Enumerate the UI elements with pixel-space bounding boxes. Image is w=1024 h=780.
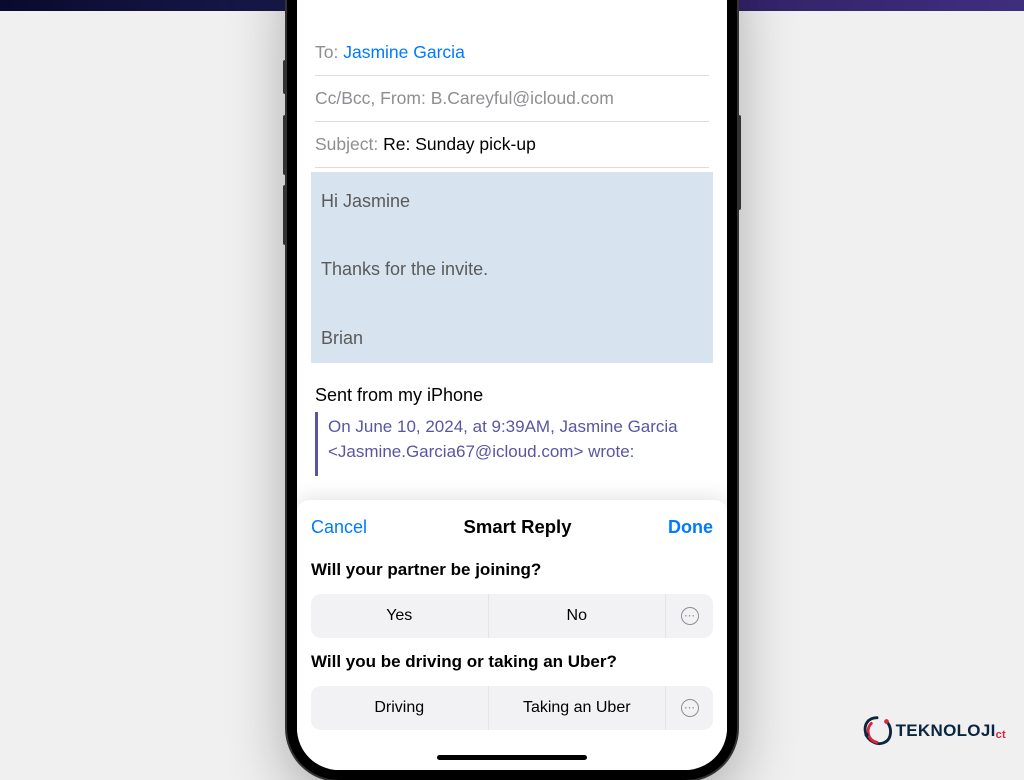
from-value: B.Careyful@icloud.com <box>431 88 614 108</box>
email-signature: Sent from my iPhone <box>315 385 709 406</box>
ccbcc-label: Cc/Bcc, From: <box>315 88 426 108</box>
to-field[interactable]: To: Jasmine Garcia <box>315 30 709 76</box>
more-options-button-1[interactable] <box>665 594 713 638</box>
question-2-options: Driving Taking an Uber <box>311 686 713 730</box>
brand-text: TEKNOLOJIct <box>896 721 1006 741</box>
email-compose-area: To: Jasmine Garcia Cc/Bcc, From: B.Carey… <box>297 0 727 476</box>
subject-field[interactable]: Subject: Re: Sunday pick-up <box>315 122 709 168</box>
ccbcc-from-field[interactable]: Cc/Bcc, From: B.Careyful@icloud.com <box>315 76 709 122</box>
option-no[interactable]: No <box>488 594 666 638</box>
to-recipient[interactable]: Jasmine Garcia <box>343 42 465 62</box>
brand-logo: TEKNOLOJIct <box>858 712 1006 750</box>
power-button <box>737 115 741 210</box>
more-options-button-2[interactable] <box>665 686 713 730</box>
ellipsis-icon <box>681 607 699 625</box>
smart-reply-sheet: Cancel Smart Reply Done Will your partne… <box>297 500 727 770</box>
home-indicator[interactable] <box>437 755 587 760</box>
option-driving[interactable]: Driving <box>311 686 488 730</box>
cancel-button[interactable]: Cancel <box>311 517 367 538</box>
ellipsis-icon <box>681 699 699 717</box>
done-button[interactable]: Done <box>668 517 713 538</box>
question-2-prompt: Will you be driving or taking an Uber? <box>311 652 713 672</box>
body-signoff: Brian <box>321 328 363 348</box>
phone-mockup: To: Jasmine Garcia Cc/Bcc, From: B.Carey… <box>287 0 737 780</box>
body-thanks: Thanks for the invite. <box>321 252 703 286</box>
body-greeting: Hi Jasmine <box>321 184 703 218</box>
brand-suffix: ct <box>996 729 1006 741</box>
brand-main: TEKNOLOJI <box>896 721 996 740</box>
subject-value: Re: Sunday pick-up <box>383 134 536 154</box>
option-yes[interactable]: Yes <box>311 594 488 638</box>
question-1-prompt: Will your partner be joining? <box>311 560 713 580</box>
brand-icon <box>858 712 896 750</box>
subject-label: Subject: <box>315 134 378 154</box>
email-quote-header: On June 10, 2024, at 9:39AM, Jasmine Gar… <box>315 412 709 476</box>
phone-screen: To: Jasmine Garcia Cc/Bcc, From: B.Carey… <box>297 0 727 770</box>
to-label: To: <box>315 42 338 62</box>
question-1-options: Yes No <box>311 594 713 638</box>
email-body-highlighted[interactable]: Hi Jasmine Thanks for the invite. Brian <box>311 172 713 363</box>
option-uber[interactable]: Taking an Uber <box>488 686 666 730</box>
sheet-title: Smart Reply <box>464 516 572 538</box>
sheet-header: Cancel Smart Reply Done <box>311 516 713 538</box>
